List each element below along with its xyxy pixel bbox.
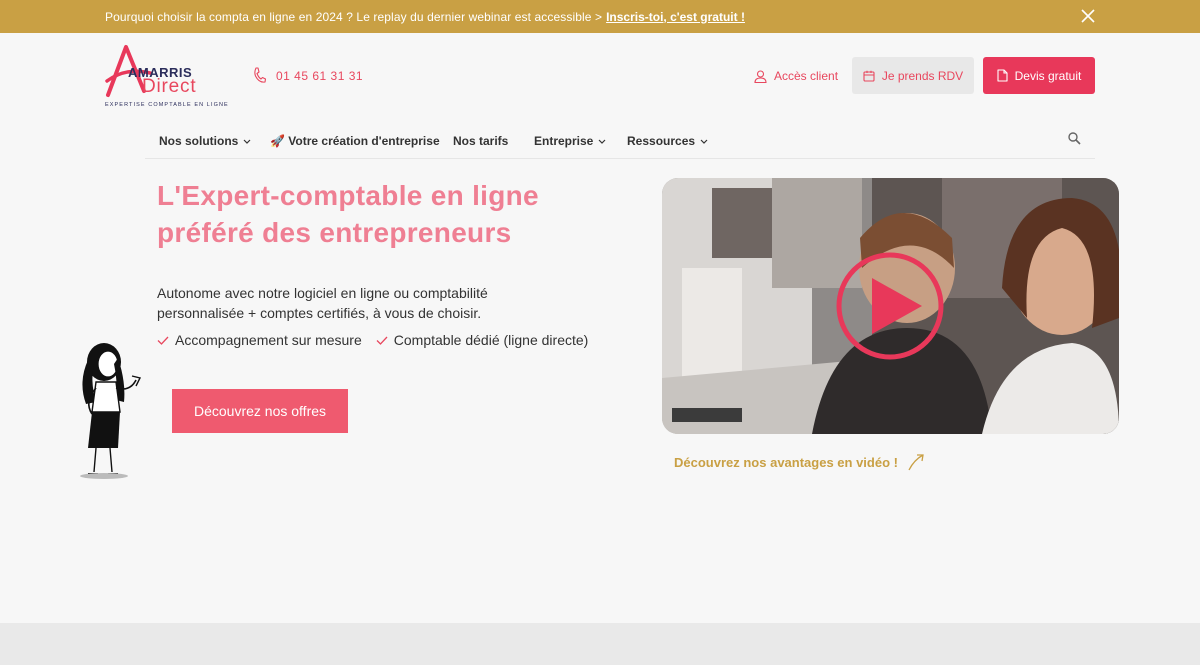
video-player[interactable] bbox=[662, 178, 1119, 434]
client-access-label: Accès client bbox=[774, 69, 839, 83]
main-nav: Nos solutions 🚀 Votre création d'entrepr… bbox=[145, 125, 1095, 159]
logo[interactable]: AMARRIS Direct EXPERTISE COMPTABLE EN LI… bbox=[104, 43, 228, 109]
feature-checks: Accompagnement sur mesure Comptable dédi… bbox=[157, 332, 588, 348]
client-access-link[interactable]: Accès client bbox=[754, 69, 838, 83]
free-quote-button[interactable]: Devis gratuit bbox=[983, 57, 1095, 94]
search-icon[interactable] bbox=[1068, 132, 1081, 145]
woman-illustration bbox=[80, 343, 142, 479]
phone-link[interactable]: 01 45 61 31 31 bbox=[253, 67, 363, 84]
nav-item-resources[interactable]: Ressources bbox=[627, 134, 708, 148]
site-header: AMARRIS Direct EXPERTISE COMPTABLE EN LI… bbox=[0, 33, 1200, 160]
feature-check-label: Comptable dédié (ligne directe) bbox=[393, 332, 589, 348]
play-icon bbox=[662, 178, 663, 179]
next-section-band bbox=[0, 623, 1200, 665]
feature-check-label: Accompagnement sur mesure bbox=[175, 332, 362, 348]
nav-item-creation[interactable]: 🚀 Votre création d'entreprise bbox=[270, 134, 440, 148]
nav-item-enterprise[interactable]: Entreprise bbox=[534, 134, 606, 148]
nav-label: Nos solutions bbox=[159, 134, 239, 148]
nav-label: Entreprise bbox=[534, 134, 594, 148]
nav-label: Ressources bbox=[627, 134, 696, 148]
feature-check-item: Comptable dédié (ligne directe) bbox=[376, 332, 589, 348]
feature-check-item: Accompagnement sur mesure bbox=[157, 332, 362, 348]
video-advantages-link[interactable]: Découvrez nos avantages en vidéo ! bbox=[674, 452, 926, 472]
nav-item-solutions[interactable]: Nos solutions bbox=[159, 134, 251, 148]
chevron-down-icon bbox=[598, 139, 606, 144]
banner-text: Pourquoi choisir la compta en ligne en 2… bbox=[105, 9, 603, 24]
calendar-icon bbox=[863, 70, 875, 82]
appointment-label: Je prends RDV bbox=[881, 68, 964, 83]
video-link-label: Découvrez nos avantages en vidéo ! bbox=[674, 454, 898, 470]
logo-brand-direct: Direct bbox=[142, 76, 197, 97]
promo-banner: Pourquoi choisir la compta en ligne en 2… bbox=[0, 0, 1200, 33]
logo-tagline: EXPERTISE COMPTABLE EN LIGNE bbox=[105, 102, 229, 108]
hero-title: L'Expert-comptable en ligne préféré des … bbox=[157, 177, 539, 251]
check-icon bbox=[376, 336, 388, 345]
video-thumbnail bbox=[662, 178, 1119, 434]
chevron-down-icon bbox=[700, 139, 708, 144]
hero-title-line2: préféré des entrepreneurs bbox=[157, 217, 512, 248]
close-icon[interactable] bbox=[1080, 8, 1096, 24]
free-quote-label: Devis gratuit bbox=[1014, 68, 1082, 83]
arrow-up-right-icon bbox=[908, 454, 924, 471]
hero-title-line1: L'Expert-comptable en ligne bbox=[157, 180, 539, 211]
user-icon bbox=[754, 69, 767, 83]
check-icon bbox=[157, 336, 169, 345]
document-icon bbox=[997, 69, 1008, 82]
phone-icon bbox=[254, 67, 266, 83]
phone-number: 01 45 61 31 31 bbox=[276, 68, 364, 83]
discover-offers-button[interactable]: Découvrez nos offres bbox=[172, 389, 348, 433]
hero-description: Autonome avec notre logiciel en ligne ou… bbox=[157, 285, 488, 321]
banner-signup-link[interactable]: Inscris-toi, c'est gratuit ! bbox=[606, 10, 745, 24]
appointment-button[interactable]: Je prends RDV bbox=[852, 57, 974, 94]
nav-item-pricing[interactable]: Nos tarifs bbox=[453, 134, 508, 148]
nav-label: Nos tarifs bbox=[453, 134, 509, 148]
chevron-down-icon bbox=[243, 139, 251, 144]
nav-label: 🚀 Votre création d'entreprise bbox=[270, 134, 440, 148]
